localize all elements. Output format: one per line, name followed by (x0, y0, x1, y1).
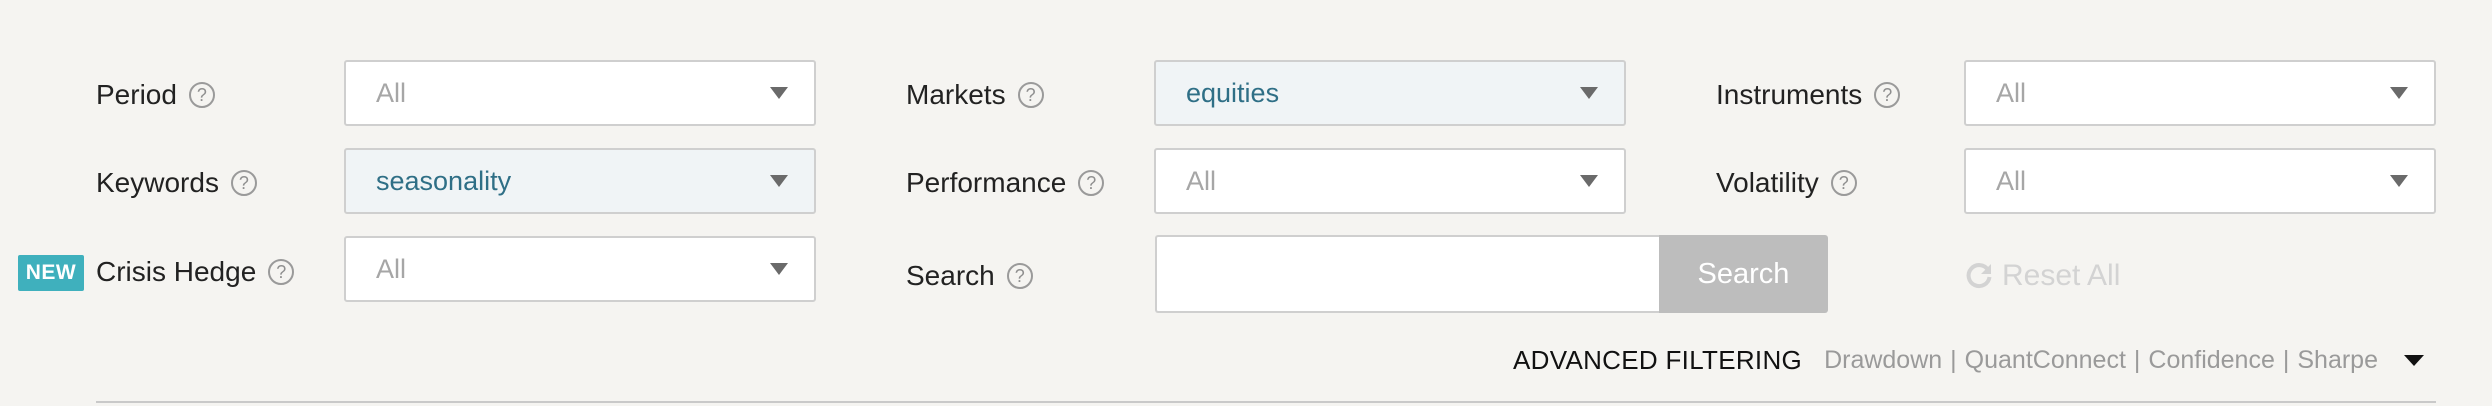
caret-down-icon (770, 175, 788, 187)
keywords-label: Keywords ? (96, 163, 257, 203)
volatility-label-text: Volatility (1716, 167, 1819, 198)
volatility-select-value: All (1996, 165, 2027, 196)
keywords-select[interactable]: seasonality (344, 148, 816, 214)
search-input[interactable] (1155, 235, 1660, 313)
caret-down-icon (2390, 175, 2408, 187)
reset-all-button[interactable]: Reset All (1964, 256, 2120, 296)
question-circle-icon[interactable]: ? (230, 170, 257, 196)
search-label: Search ? (906, 256, 1033, 296)
advanced-item-sharpe[interactable]: Sharpe (2297, 346, 2378, 375)
keywords-select-value: seasonality (376, 165, 512, 196)
advanced-separator: | (2133, 345, 2141, 374)
divider (96, 401, 2436, 403)
refresh-icon (1966, 263, 1992, 289)
question-circle-icon[interactable]: ? (1017, 82, 1044, 108)
advanced-separator: | (2282, 345, 2290, 374)
advanced-item-confidence[interactable]: Confidence (2148, 346, 2274, 375)
caret-down-icon[interactable] (2404, 354, 2424, 366)
period-select[interactable]: All (344, 60, 816, 126)
question-circle-icon[interactable]: ? (1830, 170, 1857, 196)
search-button[interactable]: Search (1659, 235, 1828, 313)
volatility-label: Volatility ? (1716, 163, 1857, 203)
new-badge: NEW (18, 255, 84, 291)
instruments-select[interactable]: All (1964, 60, 2436, 126)
advanced-separator: | (1950, 345, 1957, 374)
caret-down-icon (1580, 87, 1598, 99)
question-circle-icon[interactable]: ? (1006, 263, 1033, 289)
instruments-select-value: All (1996, 77, 2027, 108)
question-circle-icon[interactable]: ? (1874, 82, 1901, 108)
markets-select[interactable]: equities (1154, 60, 1626, 126)
markets-select-value: equities (1186, 77, 1280, 108)
performance-select-value: All (1186, 165, 1217, 196)
caret-down-icon (1580, 175, 1598, 187)
question-circle-icon[interactable]: ? (1078, 170, 1105, 196)
performance-select[interactable]: All (1154, 148, 1626, 214)
caret-down-icon (770, 87, 788, 99)
crisis-hedge-select[interactable]: All (344, 236, 816, 302)
instruments-label: Instruments ? (1716, 75, 1901, 115)
period-label: Period ? (96, 75, 215, 115)
instruments-label-text: Instruments (1716, 79, 1863, 110)
period-select-value: All (376, 77, 407, 108)
caret-down-icon (2390, 87, 2408, 99)
keywords-label-text: Keywords (96, 167, 219, 198)
caret-down-icon (770, 263, 788, 275)
advanced-filtering-bar: ADVANCED FILTERING Drawdown | QuantConne… (1513, 342, 2424, 378)
volatility-select[interactable]: All (1964, 148, 2436, 214)
period-label-text: Period (96, 79, 177, 110)
performance-label: Performance ? (906, 163, 1105, 203)
reset-all-label: Reset All (2002, 259, 2121, 292)
crisis-hedge-select-value: All (376, 253, 407, 284)
advanced-item-drawdown[interactable]: Drawdown (1824, 346, 1942, 375)
crisis-hedge-label: Crisis Hedge ? (96, 252, 295, 292)
search-label-text: Search (906, 260, 995, 291)
question-circle-icon[interactable]: ? (188, 82, 215, 108)
markets-label-text: Markets (906, 79, 1006, 110)
advanced-filtering-title[interactable]: ADVANCED FILTERING (1513, 345, 1802, 376)
performance-label-text: Performance (906, 167, 1067, 198)
question-circle-icon[interactable]: ? (268, 259, 295, 285)
advanced-item-quantconnect[interactable]: QuantConnect (1965, 346, 2126, 375)
markets-label: Markets ? (906, 75, 1044, 115)
crisis-hedge-label-text: Crisis Hedge (96, 256, 257, 287)
